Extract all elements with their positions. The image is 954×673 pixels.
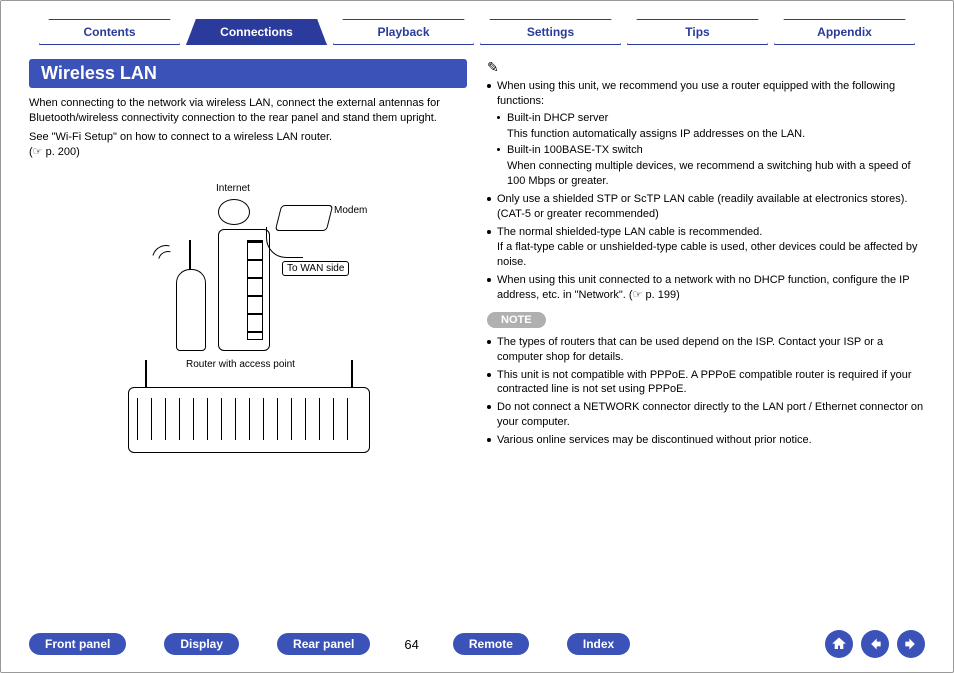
tab-settings[interactable]: Settings: [480, 19, 621, 45]
left-column: Wireless LAN When connecting to the netw…: [29, 59, 467, 469]
note-list: The types of routers that can be used de…: [487, 335, 925, 448]
receiver-icon: [128, 387, 370, 453]
tab-tips[interactable]: Tips: [627, 19, 768, 45]
bottom-nav: Front panel Display Rear panel 64 Remote…: [29, 630, 925, 658]
forward-icon[interactable]: [897, 630, 925, 658]
list-item: This unit is not compatible with PPPoE. …: [487, 368, 925, 398]
list-text: When using this unit, we recommend you u…: [497, 80, 895, 107]
list-item: Only use a shielded STP or ScTP LAN cabl…: [487, 192, 925, 222]
right-column: ✎ When using this unit, we recommend you…: [487, 59, 925, 469]
link-front-panel[interactable]: Front panel: [29, 633, 126, 655]
sub-list: Built-in DHCP server This function autom…: [497, 111, 925, 189]
list-item: When using this unit, we recommend you u…: [487, 79, 925, 189]
note-badge: NOTE: [487, 312, 546, 328]
tab-contents[interactable]: Contents: [39, 19, 180, 45]
label-router-ap: Router with access point: [186, 359, 295, 370]
link-display[interactable]: Display: [164, 633, 239, 655]
intro-paragraph-2: See "Wi-Fi Setup" on how to connect to a…: [29, 130, 467, 160]
info-list: When using this unit, we recommend you u…: [487, 79, 925, 303]
antenna-icon: [351, 360, 353, 388]
content-columns: Wireless LAN When connecting to the netw…: [29, 59, 925, 469]
pencil-icon: ✎: [487, 59, 925, 76]
page-number: 64: [404, 637, 418, 652]
nav-icons: [825, 630, 925, 658]
list-item: Do not connect a NETWORK connector direc…: [487, 400, 925, 430]
back-icon[interactable]: [861, 630, 889, 658]
section-heading: Wireless LAN: [29, 59, 467, 88]
cable-line: [266, 227, 303, 258]
pills-right: Remote Index: [453, 633, 630, 655]
sub-desc: This function automatically assigns IP a…: [507, 127, 925, 142]
sub-title: Built-in DHCP server: [507, 112, 608, 124]
label-internet: Internet: [216, 183, 250, 194]
top-tabs: Contents Connections Playback Settings T…: [39, 19, 915, 45]
label-modem: Modem: [334, 205, 367, 216]
page: Contents Connections Playback Settings T…: [0, 0, 954, 673]
list-item: The types of routers that can be used de…: [487, 335, 925, 365]
list-text: The normal shielded-type LAN cable is re…: [497, 226, 762, 238]
tab-appendix[interactable]: Appendix: [774, 19, 915, 45]
home-icon[interactable]: [825, 630, 853, 658]
antenna-icon: [145, 360, 147, 388]
tab-playback[interactable]: Playback: [333, 19, 474, 45]
pills-left: Front panel Display Rear panel: [29, 633, 370, 655]
label-to-wan: To WAN side: [282, 261, 349, 276]
access-point-icon: [176, 269, 206, 351]
list-desc: If a flat-type cable or unshielded-type …: [497, 240, 925, 270]
intro-text-2: See "Wi-Fi Setup" on how to connect to a…: [29, 131, 332, 143]
list-item: When using this unit connected to a netw…: [487, 273, 925, 303]
router-hub-icon: [218, 229, 270, 351]
link-rear-panel[interactable]: Rear panel: [277, 633, 370, 655]
list-item: The normal shielded-type LAN cable is re…: [487, 225, 925, 271]
page-ref-200[interactable]: (☞ p. 200): [29, 145, 80, 160]
tab-connections[interactable]: Connections: [186, 19, 327, 45]
sub-desc: When connecting multiple devices, we rec…: [507, 159, 925, 189]
sub-title: Built-in 100BASE-TX switch: [507, 144, 643, 156]
list-item: Built-in 100BASE-TX switch When connecti…: [497, 143, 925, 189]
list-item: Various online services may be discontin…: [487, 433, 925, 448]
link-index[interactable]: Index: [567, 633, 630, 655]
list-item: Built-in DHCP server This function autom…: [497, 111, 925, 142]
intro-paragraph-1: When connecting to the network via wirel…: [29, 96, 467, 126]
link-remote[interactable]: Remote: [453, 633, 529, 655]
wiring-diagram: Internet Modem To WAN side Router with a…: [98, 169, 398, 469]
globe-icon: [218, 199, 250, 225]
